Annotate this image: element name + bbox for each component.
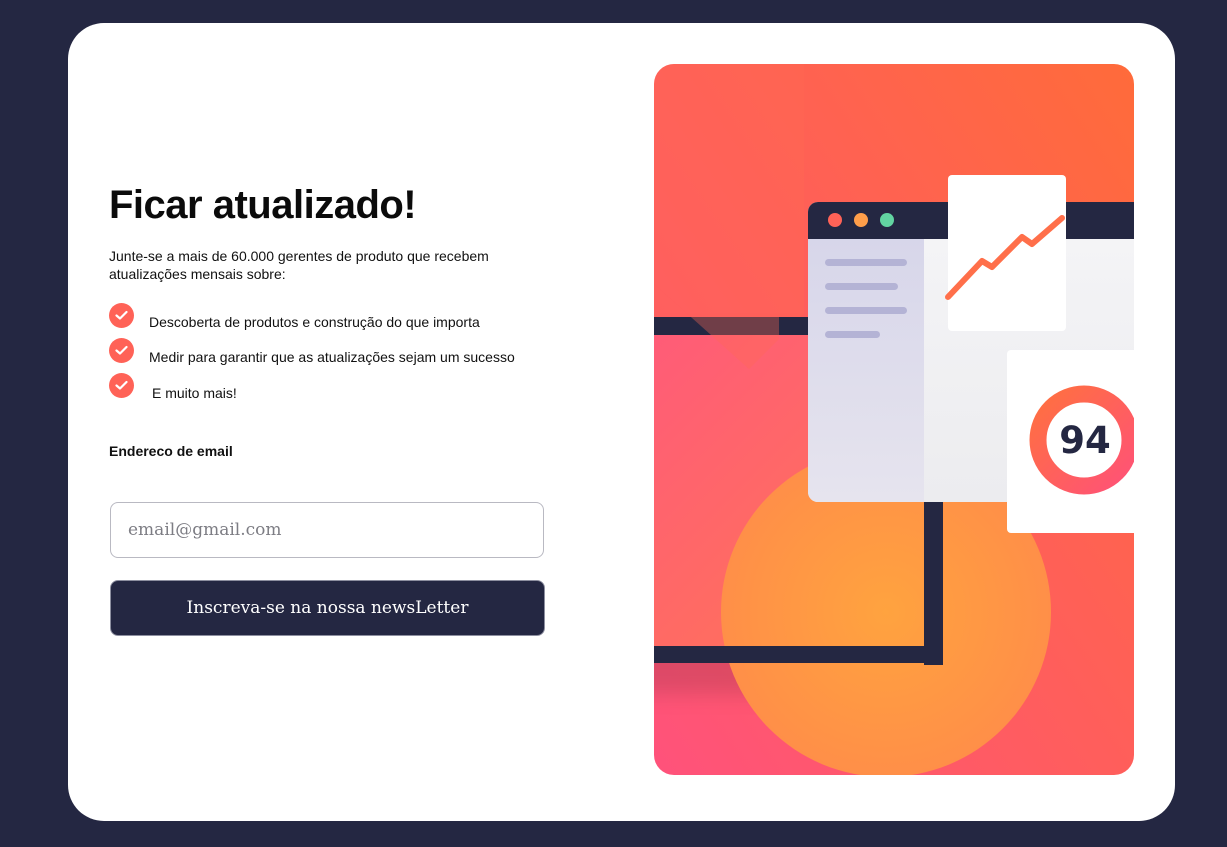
benefit-item: Descoberta de produtos e construção do q…: [109, 303, 579, 330]
window-minimize-dot: [854, 213, 868, 227]
benefit-item: Medir para garantir que as atualizações …: [109, 338, 579, 365]
benefit-text: Descoberta de produtos e construção do q…: [149, 314, 480, 330]
email-field[interactable]: [110, 502, 544, 558]
hero-illustration: 94: [654, 64, 1134, 775]
benefit-text: E muito mais!: [152, 385, 237, 401]
score-value: 94: [1059, 419, 1111, 462]
window-close-dot: [828, 213, 842, 227]
email-label: Endereco de email: [109, 443, 233, 459]
intro-text: Junte-se a mais de 60.000 gerentes de pr…: [109, 248, 489, 282]
benefit-text: Medir para garantir que as atualizações …: [149, 349, 515, 365]
checkmark-icon: [109, 373, 134, 398]
window-maximize-dot: [880, 213, 894, 227]
subscribe-button[interactable]: Inscreva-se na nossa newsLetter: [110, 580, 545, 636]
page-title: Ficar atualizado!: [109, 183, 417, 227]
checkmark-icon: [109, 338, 134, 363]
signup-panel: Ficar atualizado! Junte-se a mais de 60.…: [109, 23, 589, 821]
newsletter-card: Ficar atualizado! Junte-se a mais de 60.…: [68, 23, 1175, 821]
checkmark-icon: [109, 303, 134, 328]
benefit-item: E muito mais!: [109, 373, 579, 401]
